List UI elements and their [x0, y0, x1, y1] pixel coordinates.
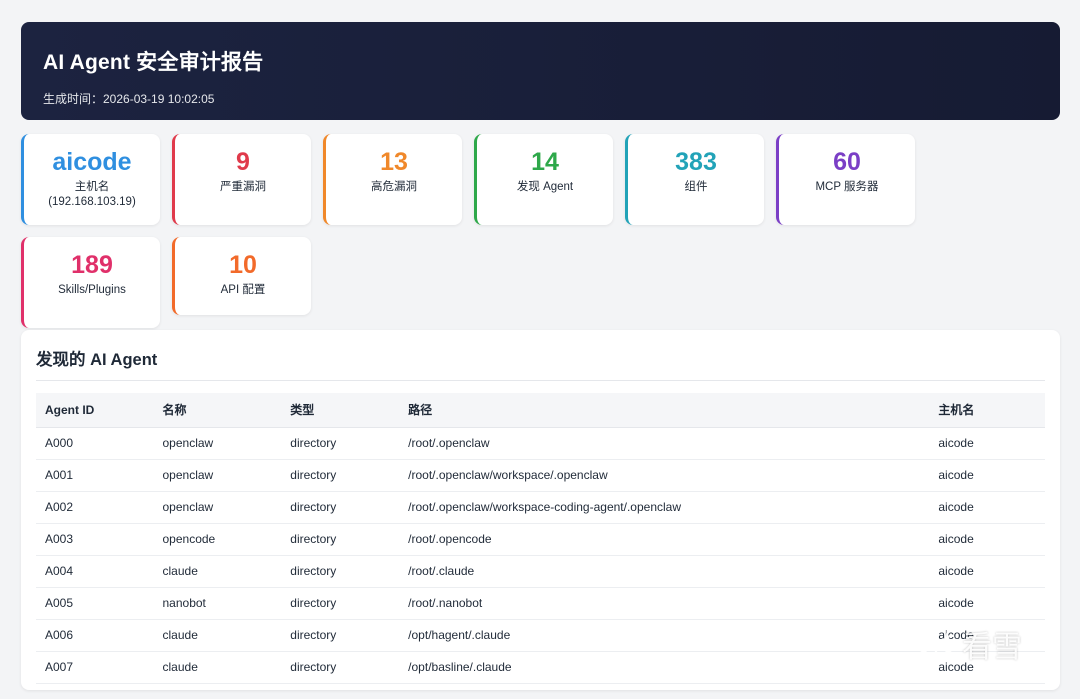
table-cell: /root/.openclaw	[399, 427, 930, 460]
table-cell: /root/.openclaw/workspace/.openclaw	[399, 459, 930, 492]
summary-card-value: 383	[675, 148, 717, 176]
table-cell: A005	[36, 587, 154, 620]
table-row: A006 claude directory/opt/hagent/.claude ai…	[36, 619, 1045, 652]
table-cell: A002	[36, 491, 154, 524]
table-cell: directory	[281, 619, 400, 652]
agents-panel: 发现的 AI Agent Agent ID 名称 类型 路径 主机名 A000 openc…	[21, 330, 1060, 690]
page-title: AI Agent 安全审计报告	[43, 51, 264, 74]
table-cell: A007	[36, 651, 154, 684]
table-row: A003 opencode directory/root/.opencode aico…	[36, 523, 1045, 556]
summary-card-value: 60	[833, 148, 861, 176]
table-cell: A006	[36, 619, 154, 652]
report-header: AI Agent 安全审计报告 生成时间：2026-03-19 10:02:05	[21, 22, 1060, 120]
table-row: A000 openclaw directory/root/.openclaw aico…	[36, 427, 1045, 460]
table-cell: openclaw	[153, 427, 282, 460]
summary-cards: aicode 主机名 (192.168.103.19) 9 严重漏洞 13 高危漏洞 14 发…	[21, 134, 1060, 328]
table-cell: opencode	[153, 523, 282, 556]
table-cell: claude	[153, 619, 282, 652]
table-row: A004 claude directory/root/.claude aicode	[36, 555, 1045, 588]
summary-card-label: 组件	[684, 181, 708, 193]
table-body: A000 openclaw directory/root/.openclaw aico…	[36, 427, 1045, 684]
watermark: 看雪	[916, 622, 1022, 666]
summary-card-value: 14	[531, 148, 559, 176]
summary-card-value: aicode	[52, 148, 132, 176]
watermark-text: 看雪	[962, 630, 1022, 665]
table-cell: claude	[153, 651, 282, 684]
table-cell: directory	[281, 587, 400, 620]
table-cell: aicode	[929, 555, 1045, 588]
table-row: A001 openclaw directory/root/.openclaw/wor…	[36, 459, 1045, 492]
table-cell: /root/.nanobot	[399, 587, 930, 620]
table-cell: directory	[281, 555, 400, 588]
table-row: A005 nanobot directory/root/.nanobot aicode	[36, 587, 1045, 620]
column-header: 路径	[399, 393, 930, 428]
table-cell: A000	[36, 427, 154, 460]
summary-card-label: 严重漏洞	[220, 181, 266, 193]
table-cell: aicode	[929, 459, 1045, 492]
summary-card-label: API 配置	[220, 284, 266, 296]
table-cell: claude	[153, 555, 282, 588]
table-cell: directory	[281, 427, 400, 460]
table-header-row: Agent ID 名称 类型 路径 主机名	[36, 393, 1045, 428]
summary-card-value: 13	[380, 148, 408, 176]
table-cell: /root/.opencode	[399, 523, 930, 556]
summary-card-value: 189	[71, 251, 113, 279]
column-header: Agent ID	[36, 393, 154, 428]
column-header: 名称	[153, 393, 282, 428]
table-cell: aicode	[929, 491, 1045, 524]
snowflake-icon	[919, 625, 953, 663]
summary-card: 383 组件	[625, 134, 764, 225]
table-cell: nanobot	[153, 587, 282, 620]
summary-card-value: 10	[229, 251, 257, 279]
table-cell: /root/.openclaw/workspace-coding-agent/.…	[399, 491, 930, 524]
agents-table: Agent ID 名称 类型 路径 主机名 A000 openclaw directory /…	[36, 393, 1045, 684]
column-header: 类型	[281, 393, 400, 428]
table-cell: aicode	[929, 587, 1045, 620]
table-cell: /opt/basline/.claude	[399, 651, 930, 684]
summary-card-label: 主机名 (192.168.103.19)	[48, 181, 136, 208]
summary-card-value: 9	[236, 148, 250, 176]
column-header: 主机名	[929, 393, 1045, 428]
table-cell: openclaw	[153, 491, 282, 524]
table-cell: aicode	[929, 523, 1045, 556]
table-cell: directory	[281, 651, 400, 684]
summary-card: aicode 主机名 (192.168.103.19)	[21, 134, 160, 225]
summary-card: 13 高危漏洞	[323, 134, 462, 225]
summary-card: 9 严重漏洞	[172, 134, 311, 225]
summary-card-label: Skills/Plugins	[58, 284, 126, 296]
generated-timestamp: 生成时间：2026-03-19 10:02:05	[43, 92, 215, 106]
table-cell: aicode	[929, 427, 1045, 460]
table-row: A007 claude directory/opt/basline/.claude a…	[36, 651, 1045, 684]
summary-card: 14 发现 Agent	[474, 134, 613, 225]
table-cell: openclaw	[153, 459, 282, 492]
table-cell: directory	[281, 523, 400, 556]
table-cell: A003	[36, 523, 154, 556]
table-cell: directory	[281, 459, 400, 492]
summary-card-label: 高危漏洞	[371, 181, 417, 193]
summary-card-label: 发现 Agent	[516, 181, 574, 193]
table-cell: A004	[36, 555, 154, 588]
summary-card: 10 API 配置	[172, 237, 311, 315]
table-row: A002 openclaw directory/root/.openclaw/wor…	[36, 491, 1045, 524]
summary-card: 60 MCP 服务器	[776, 134, 915, 225]
table-cell: /opt/hagent/.claude	[399, 619, 930, 652]
table-cell: directory	[281, 491, 400, 524]
agents-section-title: 发现的 AI Agent	[36, 346, 1045, 381]
table-cell: A001	[36, 459, 154, 492]
summary-card-label: MCP 服务器	[815, 181, 879, 193]
report-window: AI Agent 安全审计报告 生成时间：2026-03-19 10:02:05…	[0, 0, 1080, 699]
summary-card: 189 Skills/Plugins	[21, 237, 160, 328]
table-cell: /root/.claude	[399, 555, 930, 588]
